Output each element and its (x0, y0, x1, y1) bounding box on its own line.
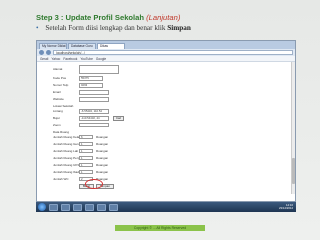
text-field[interactable] (79, 90, 109, 95)
text-field[interactable]: 1 (79, 156, 93, 161)
field-label: Jumlah Ruang Kelas (53, 135, 79, 140)
taskbar-app[interactable] (61, 203, 70, 211)
form-row: Jumlah Ruang Guru 1 Ruangan (53, 142, 295, 147)
text-field[interactable] (79, 97, 109, 102)
form-row: Website (53, 97, 295, 102)
form-row: Jumlah Ruang Kelas 6 Ruangan (53, 135, 295, 140)
field-label: Jumlah Ruang Ibadah (53, 170, 79, 175)
taskbar-app[interactable] (109, 203, 118, 211)
address-textarea[interactable] (79, 64, 119, 74)
form-row: Bujur -110.54432, 44 Cari (53, 116, 295, 121)
field-label: Email (53, 90, 61, 95)
text-field[interactable]: 1 (79, 149, 93, 154)
field-label: Jumlah Ruang UKS (53, 163, 79, 168)
unit-label: Ruangan (96, 149, 109, 154)
bookmark-link[interactable]: Gmail (40, 57, 48, 61)
browser-tab[interactable]: My Nomor Diklat (39, 43, 67, 49)
form-row: Nomor Telp 0293 (53, 83, 295, 88)
field-label: Lintang (53, 109, 63, 114)
field-label: Kode Pos (53, 76, 67, 81)
form-row: Jumlah Ruang Lab 1 Ruangan (53, 149, 295, 154)
form-row: Jumlah Ruang Perpus1Ruangan (53, 156, 295, 161)
unit-label: Ruangan (96, 135, 109, 140)
text-field[interactable]: 1 (79, 163, 93, 168)
field-label: Jumlah WC (53, 177, 69, 182)
taskbar: 14:10 23/12/2012 (36, 202, 296, 212)
bookmark-link[interactable]: Yahoo (51, 57, 60, 61)
taskbar-app[interactable] (73, 203, 82, 211)
back-icon[interactable] (39, 50, 44, 55)
taskbar-app[interactable] (85, 203, 94, 211)
bullet-icon: • (36, 24, 39, 32)
bookmark-link[interactable]: Facebook (63, 57, 77, 61)
address-bar: localhost/sekolah/.../ (37, 49, 295, 56)
field-label: Nomor Telp (53, 83, 69, 88)
text-field[interactable]: 1 (79, 142, 93, 147)
unit-label: Ruangan (96, 163, 109, 168)
save-highlight-circle (85, 179, 103, 189)
taskbar-clock[interactable]: 14:10 23/12/2012 (279, 203, 293, 210)
slide-title: Step 3 : Update Profil Sekolah (Lanjutan… (36, 13, 180, 22)
bullet-item: • Setelah Form diisi lengkap dan benar k… (36, 24, 191, 32)
bullet-bold: Simpan (167, 24, 191, 32)
footer-bar: Copyright © ... All Rights Reserved (115, 225, 205, 231)
text-field[interactable]: 1 (79, 170, 93, 175)
scrollbar[interactable] (291, 62, 295, 194)
form-row: Jumlah Ruang Ibadah1Ruangan (53, 170, 295, 175)
field-label: Zoom (53, 123, 61, 128)
bullet-text: Setelah Form diisi lengkap dan benar kli… (45, 24, 168, 32)
unit-label: Ruangan (96, 142, 109, 147)
section-heading: Data Ruang (53, 129, 70, 134)
form-actions: Batal Simpan (79, 183, 295, 189)
scrollbar-thumb[interactable] (291, 158, 295, 184)
forward-icon[interactable] (46, 50, 51, 55)
form-row: Jumlah Ruang UKS 1 Ruangan (53, 163, 295, 168)
url-field[interactable]: localhost/sekolah/.../ (53, 50, 293, 55)
form-row: Lintang -6.55432, 110.54 (53, 109, 295, 114)
tab-bar: My Nomor Diklat Database Guru Dikas (37, 41, 295, 49)
taskbar-app[interactable] (49, 203, 58, 211)
unit-label: Ruangan (96, 156, 109, 161)
field-label: Website (53, 97, 64, 102)
form-row: Alamat (53, 64, 295, 74)
clock-date: 23/12/2012 (279, 206, 293, 210)
field-label: Jumlah Ruang Perpus (53, 156, 79, 161)
browser-tab[interactable]: Database Guru (68, 43, 96, 49)
taskbar-app[interactable] (97, 203, 106, 211)
section-heading: Lokasi Sekolah (53, 103, 74, 108)
field-label: Bujur (53, 116, 61, 121)
browser-window: My Nomor Diklat Database Guru Dikas localh… (36, 40, 296, 202)
text-field[interactable]: -6.55432, 110.54 (79, 109, 109, 114)
form-row: Zoom (53, 123, 295, 128)
bookmark-link[interactable]: Google (96, 57, 106, 61)
start-button[interactable] (38, 203, 46, 211)
profile-form: Alamat Kode Pos 55375 Nomor Telp 0293 Email We… (37, 62, 295, 194)
unit-label: Ruangan (96, 170, 109, 175)
text-field[interactable] (79, 123, 109, 128)
bookmark-link[interactable]: YouTube (80, 57, 93, 61)
form-row: Email (53, 90, 295, 95)
title-sub: (Lanjutan) (146, 13, 181, 22)
field-label: Jumlah Ruang Lab (53, 149, 79, 154)
title-main: Step 3 : Update Profil Sekolah (36, 13, 145, 22)
text-field[interactable]: 55375 (79, 76, 103, 81)
text-field[interactable]: 6 (79, 135, 93, 140)
search-location-button[interactable]: Cari (113, 116, 125, 121)
text-field[interactable]: -110.54432, 44 (79, 116, 109, 121)
field-label: Alamat (53, 67, 63, 71)
field-label: Jumlah Ruang Guru (53, 142, 79, 147)
form-row: Kode Pos 55375 (53, 76, 295, 81)
browser-tab[interactable]: Dikas (97, 43, 125, 49)
text-field[interactable]: 0293 (79, 83, 103, 88)
